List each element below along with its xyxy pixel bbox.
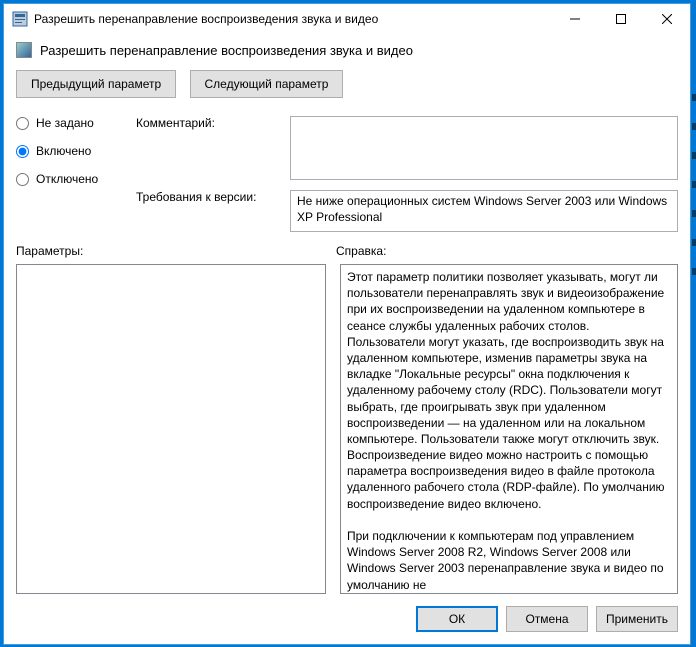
radio-enabled[interactable]: Включено bbox=[16, 144, 124, 158]
comment-input[interactable] bbox=[290, 116, 678, 180]
radio-label: Не задано bbox=[36, 116, 94, 130]
parameters-panel bbox=[16, 264, 326, 594]
apply-button[interactable]: Применить bbox=[596, 606, 678, 632]
radio-disabled-input[interactable] bbox=[16, 173, 29, 186]
previous-setting-button[interactable]: Предыдущий параметр bbox=[16, 70, 176, 98]
help-panel[interactable]: Этот параметр политики позволяет указыва… bbox=[340, 264, 678, 594]
requirements-text: Не ниже операционных систем Windows Serv… bbox=[290, 190, 678, 232]
radio-disabled[interactable]: Отключено bbox=[16, 172, 124, 186]
ok-button[interactable]: ОК bbox=[416, 606, 498, 632]
header: Разрешить перенаправление воспроизведени… bbox=[16, 42, 678, 58]
radio-label: Отключено bbox=[36, 172, 98, 186]
radio-not-configured[interactable]: Не задано bbox=[16, 116, 124, 130]
cancel-button[interactable]: Отмена bbox=[506, 606, 588, 632]
radio-label: Включено bbox=[36, 144, 91, 158]
header-title: Разрешить перенаправление воспроизведени… bbox=[40, 43, 413, 58]
comment-label: Комментарий: bbox=[136, 116, 282, 180]
parameters-label: Параметры: bbox=[16, 244, 336, 258]
maximize-button[interactable] bbox=[598, 4, 644, 34]
radio-enabled-input[interactable] bbox=[16, 145, 29, 158]
minimize-button[interactable] bbox=[552, 4, 598, 34]
radio-not-configured-input[interactable] bbox=[16, 117, 29, 130]
window-title: Разрешить перенаправление воспроизведени… bbox=[34, 12, 552, 26]
policy-header-icon bbox=[16, 42, 32, 58]
next-setting-button[interactable]: Следующий параметр bbox=[190, 70, 344, 98]
titlebar: Разрешить перенаправление воспроизведени… bbox=[4, 4, 690, 34]
policy-icon bbox=[12, 11, 28, 27]
background-edge-hints bbox=[692, 94, 696, 275]
close-button[interactable] bbox=[644, 4, 690, 34]
policy-dialog: Разрешить перенаправление воспроизведени… bbox=[3, 3, 691, 645]
requirements-label: Требования к версии: bbox=[136, 190, 282, 232]
help-label: Справка: bbox=[336, 244, 386, 258]
